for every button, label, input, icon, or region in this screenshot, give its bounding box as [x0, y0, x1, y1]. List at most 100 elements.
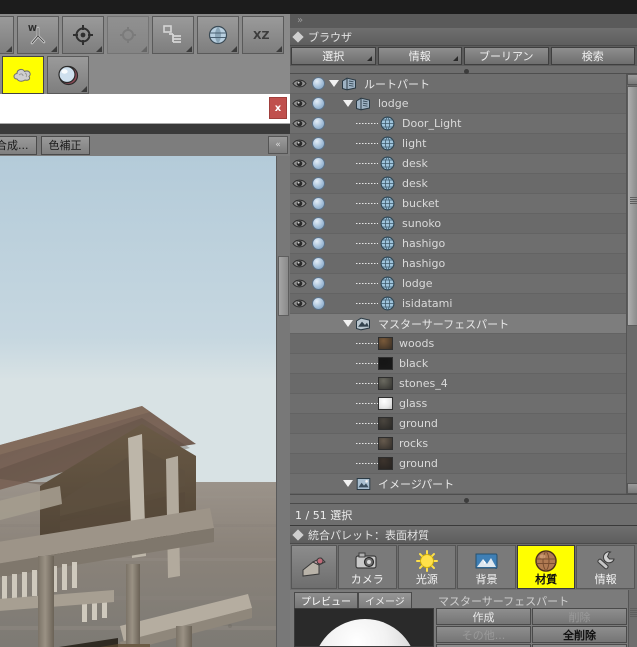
twisty-open-icon[interactable]: [328, 74, 340, 94]
left-pane: W: [0, 0, 290, 647]
tool-list-outline[interactable]: [152, 16, 194, 54]
other-button[interactable]: その他...: [436, 626, 531, 643]
tab-surface-material-preview[interactable]: [291, 545, 337, 589]
tree-row-lodge[interactable]: lodge: [290, 94, 626, 114]
visibility-eye-icon[interactable]: [290, 174, 308, 194]
tree-row-desk[interactable]: desk: [290, 174, 626, 194]
tree-row-Door_Light[interactable]: Door_Light: [290, 114, 626, 134]
scene-tree[interactable]: ルートパートlodgeDoor_Lightlightdeskdeskbucket…: [290, 74, 626, 494]
render-toggle-icon[interactable]: [308, 234, 328, 254]
create-button[interactable]: 作成: [436, 608, 531, 625]
tool-xz-plane[interactable]: XZ: [242, 16, 284, 54]
render-toggle-icon[interactable]: [308, 114, 328, 134]
tab-material[interactable]: 材質: [517, 545, 576, 589]
twisty-open-icon[interactable]: [342, 474, 354, 494]
tool-cloud-shape[interactable]: [2, 56, 44, 94]
render-toggle-icon[interactable]: [308, 194, 328, 214]
tree-row-ground[interactable]: ground: [290, 454, 626, 474]
render-toggle-icon[interactable]: [308, 174, 328, 194]
collapse-button[interactable]: «: [268, 136, 288, 154]
tool-target-center[interactable]: [62, 16, 104, 54]
tree-row-[interactable]: イメージパート: [290, 474, 626, 494]
tab-color-correction[interactable]: 色補正: [41, 136, 90, 155]
render-toggle-icon[interactable]: [308, 214, 328, 234]
tree-row-label: bucket: [402, 197, 439, 210]
material-preview-box[interactable]: [294, 608, 434, 647]
visibility-eye-icon[interactable]: [290, 134, 308, 154]
tool-dropdown-partial[interactable]: [0, 16, 14, 54]
tab-information[interactable]: 情報: [576, 545, 635, 589]
visibility-eye-icon[interactable]: [290, 154, 308, 174]
delete-button[interactable]: 削除: [532, 608, 627, 625]
tree-row-light[interactable]: light: [290, 134, 626, 154]
visibility-eye-icon[interactable]: [290, 214, 308, 234]
tool-target-small[interactable]: [107, 16, 149, 54]
tree-row-rocks[interactable]: rocks: [290, 434, 626, 454]
tab-background[interactable]: 背景: [457, 545, 516, 589]
render-toggle-icon[interactable]: [308, 154, 328, 174]
visibility-eye-icon[interactable]: [290, 234, 308, 254]
render-toggle-icon[interactable]: [308, 294, 328, 314]
render-viewport[interactable]: [0, 156, 276, 647]
tree-row-isidatami[interactable]: isidatami: [290, 294, 626, 314]
tree-scroll-up-button[interactable]: [627, 74, 637, 85]
tool-sphere-material[interactable]: [47, 56, 89, 94]
tree-row-[interactable]: マスターサーフェスパート: [290, 314, 626, 334]
tree-row-stones_4[interactable]: stones_4: [290, 374, 626, 394]
tree-splitter-handle[interactable]: [464, 498, 469, 503]
tool-wireframe-axis[interactable]: W: [17, 16, 59, 54]
tree-row-glass[interactable]: glass: [290, 394, 626, 414]
tab-info[interactable]: 情報: [378, 47, 463, 65]
delete-all-button[interactable]: 全削除: [532, 626, 627, 643]
viewport-scrollbar[interactable]: [276, 156, 290, 647]
white-input-bar[interactable]: x: [0, 94, 290, 124]
tab-splitter[interactable]: [290, 66, 637, 74]
diamond-icon: [292, 31, 303, 42]
visibility-eye-icon[interactable]: [290, 294, 308, 314]
render-toggle-icon[interactable]: [308, 94, 328, 114]
chevron-double-right-icon[interactable]: »: [292, 15, 308, 27]
tree-scrollbar[interactable]: [626, 74, 637, 494]
twisty-open-icon[interactable]: [342, 94, 354, 114]
bottom-panel-scrollbar[interactable]: [628, 590, 637, 647]
twisty-open-icon[interactable]: [342, 314, 354, 334]
render-toggle-placeholder: [308, 354, 328, 374]
visibility-eye-icon[interactable]: [290, 274, 308, 294]
tree-row-woods[interactable]: woods: [290, 334, 626, 354]
tree-scrollbar-thumb[interactable]: [627, 86, 637, 326]
tree-row-desk[interactable]: desk: [290, 154, 626, 174]
tab-image[interactable]: イメージ: [358, 592, 412, 608]
tree-row-ground[interactable]: ground: [290, 414, 626, 434]
visibility-eye-icon[interactable]: [290, 94, 308, 114]
visibility-eye-icon[interactable]: [290, 74, 308, 94]
render-toggle-icon[interactable]: [308, 254, 328, 274]
tree-footer-splitter[interactable]: [290, 494, 637, 504]
tree-row-[interactable]: ルートパート: [290, 74, 626, 94]
tab-composite[interactable]: 合成...: [0, 136, 37, 155]
tab-selection[interactable]: 選択: [291, 47, 376, 65]
tree-scroll-down-button[interactable]: [627, 483, 637, 494]
tree-row-lodge[interactable]: lodge: [290, 274, 626, 294]
visibility-eye-icon[interactable]: [290, 194, 308, 214]
render-toggle-icon[interactable]: [308, 74, 328, 94]
tree-row-black[interactable]: black: [290, 354, 626, 374]
tab-search[interactable]: 検索: [551, 47, 636, 65]
viewport-scrollbar-thumb[interactable]: [278, 256, 289, 316]
tree-connector-line: [356, 434, 378, 454]
tab-camera[interactable]: カメラ: [338, 545, 397, 589]
tree-row-hashigo[interactable]: hashigo: [290, 234, 626, 254]
render-toggle-icon[interactable]: [308, 134, 328, 154]
tree-indent: [328, 94, 342, 114]
tab-light-label: 光源: [416, 573, 438, 586]
tree-row-hashigo[interactable]: hashigo: [290, 254, 626, 274]
tab-boolean[interactable]: ブーリアン: [464, 47, 549, 65]
tab-preview[interactable]: プレビュー: [294, 592, 358, 608]
tree-row-sunoko[interactable]: sunoko: [290, 214, 626, 234]
render-toggle-icon[interactable]: [308, 274, 328, 294]
tab-light[interactable]: 光源: [398, 545, 457, 589]
visibility-eye-icon[interactable]: [290, 254, 308, 274]
tool-globe[interactable]: [197, 16, 239, 54]
close-icon[interactable]: x: [269, 97, 287, 119]
visibility-eye-icon[interactable]: [290, 114, 308, 134]
tree-row-bucket[interactable]: bucket: [290, 194, 626, 214]
